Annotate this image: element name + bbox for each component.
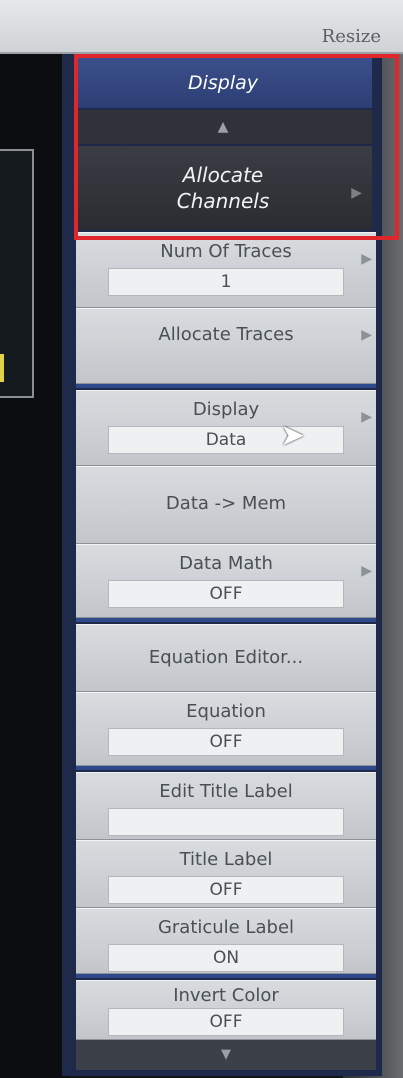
submenu-arrow-icon: ▶ — [361, 327, 372, 343]
scroll-down-arrow-icon: ▼ — [221, 1047, 231, 1062]
title-label-key[interactable]: Title Label OFF — [76, 840, 376, 908]
edit-title-label-key[interactable]: Edit Title Label — [76, 772, 376, 840]
equation-value: OFF — [108, 728, 344, 756]
equation-key[interactable]: Equation OFF — [76, 692, 376, 766]
data-to-mem-key[interactable]: Data -> Mem — [76, 466, 376, 544]
num-of-traces-value: 1 — [108, 268, 344, 296]
invert-color-value: OFF — [108, 1008, 344, 1036]
num-of-traces-key[interactable]: Num Of Traces 1 ▶ — [76, 232, 376, 308]
title-label-value: OFF — [108, 876, 344, 904]
resize-button[interactable]: Resize — [322, 26, 381, 47]
graticule-label-key[interactable]: Graticule Label ON — [76, 908, 376, 974]
graticule-label-value: ON — [108, 944, 344, 972]
display-frame — [0, 149, 34, 398]
equation-editor-key[interactable]: Equation Editor... — [76, 624, 376, 692]
separator — [76, 974, 376, 978]
separator — [76, 766, 376, 770]
submenu-arrow-icon: ▶ — [361, 563, 372, 579]
data-math-key[interactable]: Data Math OFF ▶ — [76, 544, 376, 618]
display-value: Data — [108, 426, 344, 454]
separator — [76, 618, 376, 622]
scroll-down-button[interactable]: ▼ — [76, 1040, 376, 1070]
submenu-arrow-icon: ▶ — [361, 409, 372, 425]
highlight-box — [74, 54, 399, 240]
invert-color-key[interactable]: Invert Color OFF — [76, 980, 376, 1040]
submenu-arrow-icon: ▶ — [361, 251, 372, 267]
display-area — [0, 54, 70, 1078]
separator — [76, 384, 376, 388]
display-key[interactable]: Display Data ▶ — [76, 390, 376, 466]
allocate-traces-key[interactable]: Allocate Traces ▶ — [76, 308, 376, 384]
trace-marker — [0, 354, 4, 382]
edit-title-label-value — [108, 808, 344, 836]
mouse-pointer-icon: ➤ — [280, 418, 306, 453]
data-math-value: OFF — [108, 580, 344, 608]
top-bar: Resize — [0, 0, 403, 54]
